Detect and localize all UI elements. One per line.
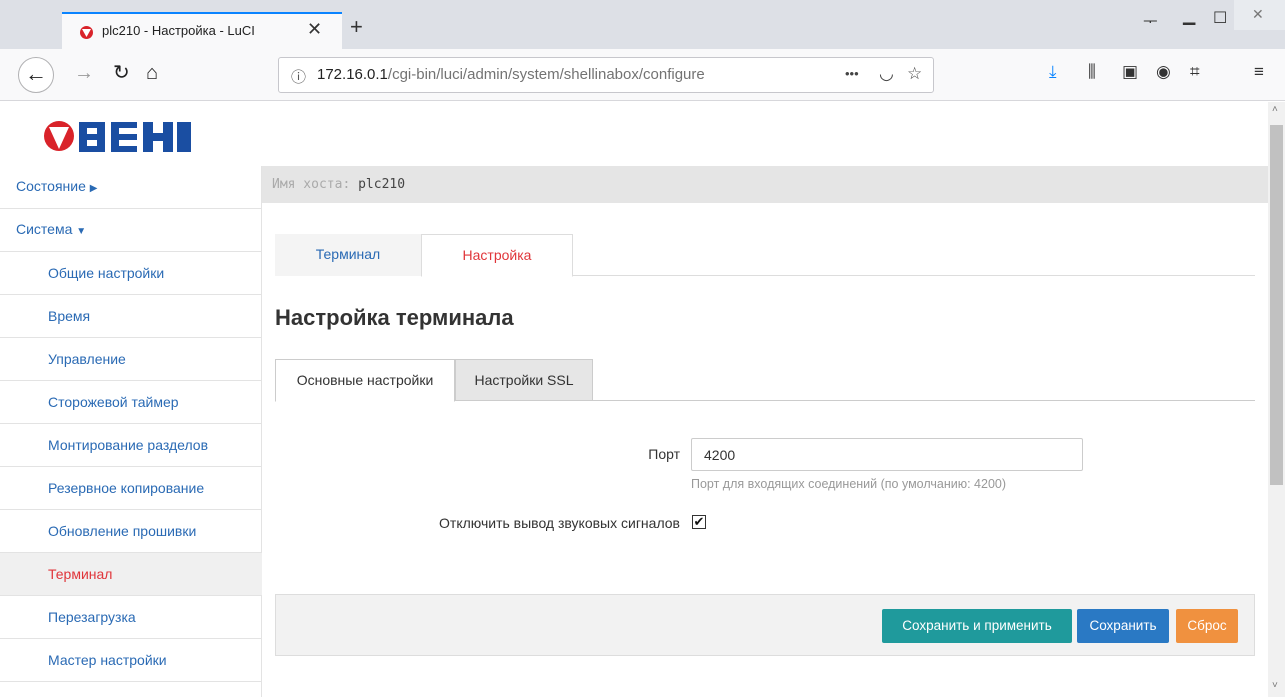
hostname-bar: Имя хоста: plc210 <box>262 166 1268 203</box>
tab-label: Настройки SSL <box>474 372 574 388</box>
tab-close-icon[interactable]: ✕ <box>307 19 322 40</box>
url-text[interactable]: 172.16.0.1/cgi-bin/luci/admin/system/she… <box>317 66 705 83</box>
hostname-label: Имя хоста: <box>272 177 351 192</box>
port-label: Порт <box>648 446 680 462</box>
maximize-icon[interactable]: ☐ <box>1213 8 1227 28</box>
info-icon[interactable]: ⓘ <box>291 66 306 87</box>
disable-beep-checkbox[interactable]: ✔ <box>692 515 706 529</box>
disable-beep-label: Отключить вывод звуковых сигналов <box>439 515 680 531</box>
url-bar[interactable]: ⓘ 172.16.0.1/cgi-bin/luci/admin/system/s… <box>278 57 934 93</box>
sidebar-item-terminal[interactable]: Терминал <box>0 553 262 596</box>
bookmark-star-icon[interactable]: ☆ <box>907 64 922 84</box>
browser-tab-bar: plc210 - Настройка - LuCI ✕ + ᅮ ▁ ☐ ✕ <box>0 0 1285 49</box>
tab-basic-settings[interactable]: Основные настройки <box>275 359 455 402</box>
minimize-icon[interactable]: ▁ <box>1183 6 1195 26</box>
sub-tabs: Основные настройки Настройки SSL <box>275 359 1255 402</box>
hostname-value: plc210 <box>358 177 406 192</box>
tab-title: plc210 - Настройка - LuCI <box>102 23 255 38</box>
action-bar: Сохранить и применить Сохранить Сброс <box>275 594 1255 656</box>
sidebar-item-admin[interactable]: Управление <box>0 338 262 381</box>
sidebar-icon[interactable]: ▣ <box>1122 62 1138 82</box>
reload-icon[interactable]: ↻ <box>113 61 130 85</box>
close-window-icon[interactable]: ✕ <box>1234 0 1285 30</box>
home-icon[interactable]: ⌂ <box>146 61 158 85</box>
sidebar-item-wizard[interactable]: Мастер настройки <box>0 639 262 682</box>
caret-down-icon: ▼ <box>76 226 87 237</box>
tab-terminal[interactable]: Терминал <box>275 234 421 276</box>
sidebar-item-status[interactable]: Состояние ▶ <box>0 166 262 209</box>
sidebar-item-firmware[interactable]: Обновление прошивки <box>0 510 262 553</box>
scrollbar-thumb[interactable] <box>1270 125 1283 485</box>
sidebar-item-general[interactable]: Общие настройки <box>0 252 262 295</box>
sidebar-item-time[interactable]: Время <box>0 295 262 338</box>
crop-icon[interactable]: ⌗ <box>1190 62 1200 82</box>
tab-settings[interactable]: Настройка <box>421 234 573 277</box>
url-path: /cgi-bin/luci/admin/system/shellinabox/c… <box>387 66 705 83</box>
sidebar-item-label: Сторожевой таймер <box>48 394 179 410</box>
page-content: Состояние ▶ Система ▼ Общие настройки Вр… <box>0 102 1268 697</box>
download-icon[interactable]: ⤓ <box>1049 62 1057 82</box>
pocket-icon[interactable]: ◡ <box>879 64 894 84</box>
port-hint: Порт для входящих соединений (по умолчан… <box>691 477 1007 491</box>
library-icon[interactable]: ⫼ <box>1088 62 1096 82</box>
page-actions-icon[interactable]: ••• <box>845 66 859 81</box>
sidebar-item-label: Система <box>16 221 73 237</box>
sidebar: Состояние ▶ Система ▼ Общие настройки Вр… <box>0 166 262 697</box>
owen-logo[interactable] <box>43 116 195 156</box>
forward-icon[interactable]: → <box>74 61 94 85</box>
favicon-icon <box>80 26 93 39</box>
back-icon[interactable]: ← <box>18 57 54 93</box>
sidebar-item-mount[interactable]: Монтирование разделов <box>0 424 262 467</box>
sidebar-item-backup[interactable]: Резервное копирование <box>0 467 262 510</box>
checkmark-icon: ✔ <box>693 514 705 529</box>
sidebar-item-label: Обновление прошивки <box>48 523 197 539</box>
sidebar-item-label: Монтирование разделов <box>48 437 209 453</box>
new-tab-button[interactable]: + <box>350 14 363 40</box>
save-apply-button[interactable]: Сохранить и применить <box>882 609 1072 643</box>
reset-button[interactable]: Сброс <box>1176 609 1238 643</box>
sidebar-item-reboot[interactable]: Перезагрузка <box>0 596 262 639</box>
sidebar-item-label: Резервное копирование <box>48 480 205 496</box>
sidebar-item-label: Управление <box>48 351 126 367</box>
page-title: Настройка терминала <box>275 305 514 330</box>
sidebar-item-label: Состояние <box>16 178 86 194</box>
scroll-down-icon[interactable]: ˅ <box>1272 680 1278 691</box>
header <box>0 102 1268 166</box>
main-tabs: Терминал Настройка <box>275 234 1255 277</box>
sidebar-item-label: Мастер настройки <box>48 652 167 668</box>
sidebar-item-watchdog[interactable]: Сторожевой таймер <box>0 381 262 424</box>
tab-label: Терминал <box>315 246 381 262</box>
sidebar-item-label: Терминал <box>48 566 113 582</box>
sidebar-item-label: Время <box>48 308 91 324</box>
caret-right-icon: ▶ <box>89 183 98 194</box>
menu-icon[interactable]: ≡ <box>1254 62 1264 82</box>
tab-ssl-settings[interactable]: Настройки SSL <box>455 359 593 401</box>
tab-label: Основные настройки <box>296 372 434 388</box>
browser-tab[interactable]: plc210 - Настройка - LuCI ✕ <box>62 12 342 49</box>
tab-label: Настройка <box>462 247 532 263</box>
port-input[interactable] <box>691 438 1083 471</box>
restore-tab-icon[interactable]: ᅮ <box>1143 8 1158 32</box>
browser-nav-bar: ← → ↻ ⌂ ⓘ 172.16.0.1/cgi-bin/luci/admin/… <box>0 49 1285 101</box>
url-host: 172.16.0.1 <box>317 66 388 83</box>
scroll-up-icon[interactable]: ˄ <box>1272 104 1278 115</box>
sidebar-item-label: Перезагрузка <box>48 609 136 625</box>
save-button[interactable]: Сохранить <box>1077 609 1169 643</box>
sidebar-item-system[interactable]: Система ▼ <box>0 209 262 252</box>
sidebar-item-label: Общие настройки <box>48 265 165 281</box>
account-icon[interactable]: ◉ <box>1156 62 1171 82</box>
